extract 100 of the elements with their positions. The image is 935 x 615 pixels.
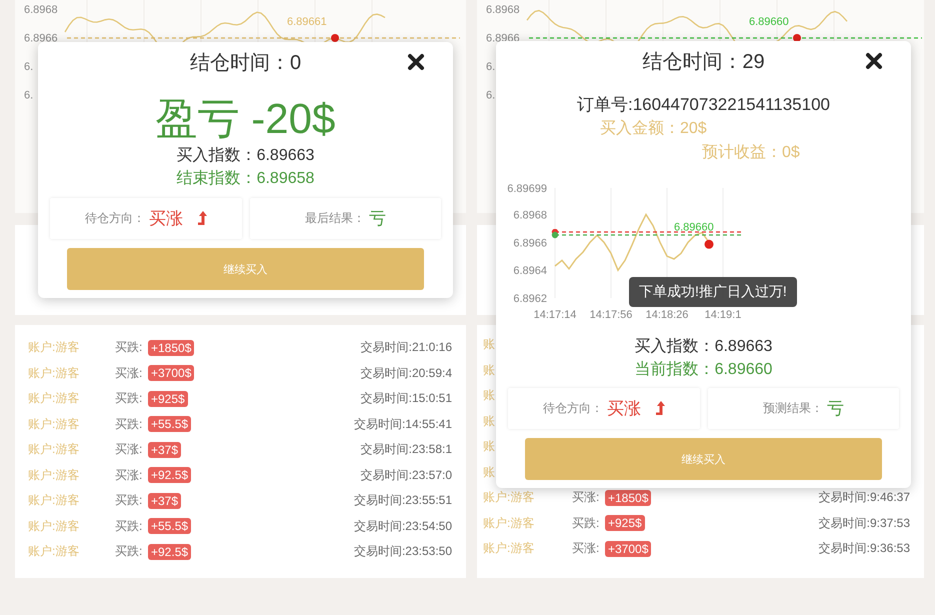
trade-time: 交易时间:9:46:37 — [818, 489, 910, 506]
account-text: 账户:游客 — [28, 364, 80, 382]
direction-text: 买涨: — [115, 466, 144, 484]
axis-label: 6.8962 — [513, 293, 547, 305]
trade-time: 交易时间:23:54:50 — [354, 518, 452, 535]
info-value: 亏 — [826, 398, 844, 420]
profit-badge: +37$ — [148, 492, 182, 509]
close-icon[interactable] — [407, 53, 425, 71]
price-label: 6.89661 — [287, 16, 327, 28]
price-dot-icon — [793, 34, 801, 42]
account-text: 账户:游客 — [28, 492, 80, 510]
info-label: 预测结果： — [762, 400, 823, 417]
account-text: 账户:游客 — [28, 543, 80, 560]
continue-button[interactable]: 继续买入 — [525, 438, 882, 480]
direction-text: 买涨: — [572, 489, 600, 506]
trade-time: 交易时间:9:36:53 — [818, 540, 910, 558]
info-label: 待仓方向： — [84, 210, 145, 227]
profit-badge: +55.5$ — [148, 416, 192, 432]
axis-label: 14:17:56 — [590, 309, 632, 321]
axis-label: 6.8964 — [513, 265, 547, 278]
trade-time: 交易时间:23:58:1 — [360, 441, 452, 458]
account-text: 账户:游客 — [28, 466, 80, 484]
direction-text: 买跌: — [115, 543, 144, 560]
trade-time: 交易时间:23:53:50 — [354, 543, 452, 560]
info-value: 亏 — [368, 208, 386, 230]
account-text: 账 — [483, 438, 496, 456]
profit-badge: +925$ — [605, 515, 645, 532]
info-label: 最后结果： — [304, 210, 365, 227]
axis-label: 6.8968 — [486, 4, 520, 16]
direction-text: 买涨: — [115, 364, 144, 382]
direction-text: 买跌: — [115, 518, 144, 535]
dialog-title: 结仓时间：0 — [190, 50, 302, 76]
axis-label: 6. — [486, 90, 496, 102]
price-dot-icon — [704, 240, 714, 249]
profit-badge: +1850$ — [148, 340, 194, 356]
index-text: 当前指数：6.89660 — [634, 360, 774, 380]
account-text: 账 — [483, 387, 496, 404]
axis-label: 6. — [486, 61, 496, 73]
account-text: 账 — [483, 412, 496, 430]
direction-text: 买涨: — [572, 540, 600, 558]
account-text: 账户:游客 — [28, 441, 80, 458]
trade-time: 交易时间:15:0:51 — [360, 390, 452, 408]
axis-label: 14:17:14 — [534, 309, 576, 321]
profit-badge: +37$ — [148, 442, 182, 458]
dialog-title: 结仓时间：29 — [642, 50, 765, 74]
trade-time: 交易时间:21:0:16 — [360, 339, 452, 356]
direction-text: 买跌: — [115, 390, 144, 408]
continue-button[interactable]: 继续买入 — [67, 248, 424, 290]
price-label: 6.89660 — [674, 221, 714, 234]
axis-label: 6.8968 — [24, 4, 58, 16]
axis-label: 6.8968 — [513, 209, 547, 222]
info-value: 买涨 — [606, 398, 641, 420]
index-text: 买入指数：6.89663 — [176, 146, 316, 166]
axis-label: 6. — [24, 90, 34, 102]
axis-label: 6. — [24, 61, 34, 73]
profit-badge: +3700$ — [605, 540, 652, 557]
direction-text: 买跌: — [115, 492, 144, 510]
account-text: 账户:游客 — [483, 489, 536, 506]
order-number: 订单号:160447073221541135100 — [576, 94, 831, 116]
account-text: 账 — [483, 362, 496, 379]
profit-loss-text: 盈亏 -20$ — [154, 94, 336, 144]
profit-badge: +55.5$ — [148, 518, 192, 534]
axis-label: 6.8966 — [513, 237, 547, 250]
close-icon[interactable] — [865, 52, 883, 70]
account-text: 账户:游客 — [28, 416, 80, 433]
trade-time: 交易时间:23:55:51 — [354, 492, 452, 510]
axis-label: 6.89699 — [507, 183, 547, 195]
expected-profit: 预计收益：0$ — [701, 142, 801, 163]
account-text: 账 — [483, 336, 496, 354]
profit-badge: +1850$ — [605, 490, 652, 506]
trade-time: 交易时间:14:55:41 — [354, 416, 452, 433]
info-label: 待仓方向： — [542, 400, 603, 417]
account-text: 账户:游客 — [28, 390, 80, 408]
profit-badge: +925$ — [148, 390, 188, 407]
axis-label: 14:19:1 — [704, 309, 742, 321]
profit-badge: +92.5$ — [148, 467, 192, 484]
account-text: 账户:游客 — [28, 339, 80, 356]
profit-badge: +3700$ — [148, 365, 194, 382]
price-dot-icon — [331, 34, 339, 42]
direction-text: 买涨: — [115, 441, 144, 458]
toast-message: 下单成功!推广日入过万! — [629, 277, 797, 307]
buy-amount: 买入金额：20$ — [599, 118, 708, 139]
direction-text: 买跌: — [572, 514, 600, 532]
account-text: 账户:游客 — [483, 514, 536, 532]
index-text: 买入指数：6.89663 — [634, 336, 774, 357]
price-label: 6.89660 — [749, 16, 789, 28]
index-text: 结束指数：6.89658 — [176, 168, 316, 189]
axis-label: 6.8966 — [486, 32, 520, 44]
trade-time: 交易时间:23:57:0 — [360, 466, 452, 484]
direction-text: 买跌: — [115, 339, 144, 356]
axis-label: 6.8966 — [24, 32, 58, 44]
direction-text: 买跌: — [115, 416, 144, 433]
trade-time: 交易时间:20:59:4 — [360, 364, 452, 382]
account-text: 账户:游客 — [483, 540, 536, 558]
account-text: 账 — [483, 464, 496, 481]
trade-time: 交易时间:9:37:53 — [818, 514, 910, 532]
axis-label: 14:18:26 — [646, 309, 688, 321]
profit-badge: +92.5$ — [148, 544, 192, 560]
info-value: 买涨 — [148, 208, 183, 230]
account-text: 账户:游客 — [28, 518, 80, 535]
